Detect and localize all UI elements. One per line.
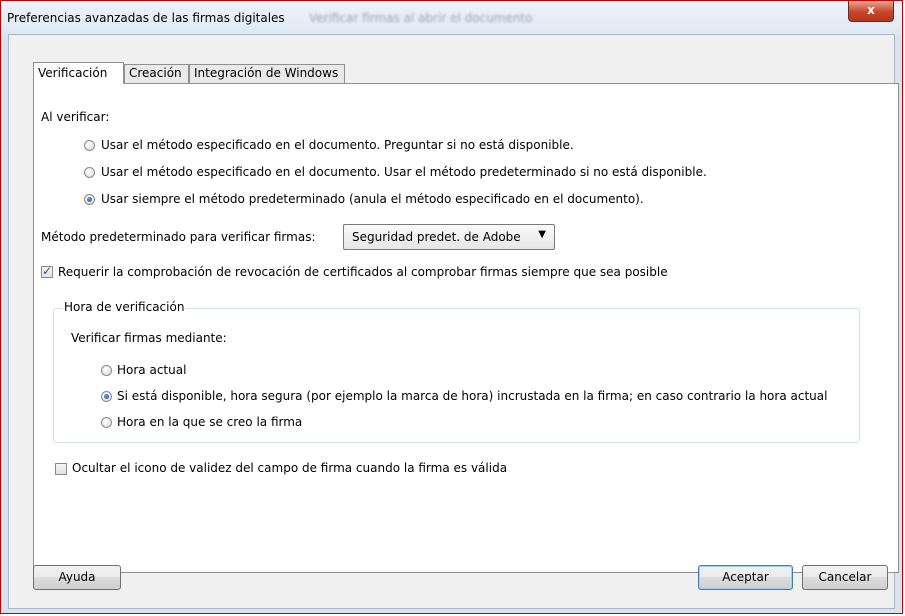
cancel-button[interactable]: Cancelar bbox=[802, 565, 888, 590]
radio-time-secure[interactable] bbox=[101, 391, 112, 402]
radio-verify-option-1[interactable] bbox=[84, 140, 95, 151]
verify-option-1-label: Usar el método especificado en el docume… bbox=[101, 138, 574, 152]
tab-label: Integración de Windows bbox=[194, 66, 339, 80]
window-title: Preferencias avanzadas de las firmas dig… bbox=[7, 11, 285, 25]
help-button-label: Ayuda bbox=[58, 570, 96, 584]
tab-creacion[interactable]: Creación bbox=[124, 64, 189, 83]
hide-icon-label: Ocultar el icono de validez del campo de… bbox=[72, 461, 508, 475]
revocation-label: Requerir la comprobación de revocación d… bbox=[58, 265, 668, 279]
tab-label: Creación bbox=[129, 66, 182, 80]
hide-icon-checkbox[interactable] bbox=[55, 463, 67, 475]
dialog-window: Preferencias avanzadas de las firmas dig… bbox=[0, 0, 903, 614]
radio-time-current[interactable] bbox=[101, 365, 112, 376]
title-bar[interactable]: Preferencias avanzadas de las firmas dig… bbox=[1, 1, 902, 35]
tab-verificacion[interactable]: Verificación bbox=[33, 62, 124, 84]
radio-verify-option-2[interactable] bbox=[84, 167, 95, 178]
revocation-checkbox[interactable] bbox=[41, 264, 53, 278]
verify-time-prompt: Verificar firmas mediante: bbox=[71, 331, 227, 345]
close-icon: x bbox=[867, 3, 875, 17]
default-method-label: Método predeterminado para verificar fir… bbox=[41, 230, 316, 244]
verify-heading: Al verificar: bbox=[41, 110, 110, 124]
tab-integracion-windows[interactable]: Integración de Windows bbox=[189, 64, 345, 83]
ok-button-label: Aceptar bbox=[722, 570, 769, 584]
radio-time-signed[interactable] bbox=[101, 417, 112, 428]
default-method-value: Seguridad predet. de Adobe bbox=[352, 230, 521, 244]
default-method-select[interactable]: Seguridad predet. de Adobe ▼ bbox=[343, 224, 555, 250]
verification-time-title: Hora de verificación bbox=[62, 300, 187, 314]
close-button[interactable]: x bbox=[848, 1, 894, 22]
time-option-3-label: Hora en la que se creo la firma bbox=[117, 415, 303, 429]
tab-label: Verificación bbox=[38, 66, 108, 80]
help-button[interactable]: Ayuda bbox=[33, 565, 121, 590]
time-option-1-label: Hora actual bbox=[117, 363, 187, 377]
cancel-button-label: Cancelar bbox=[818, 570, 872, 584]
time-option-2-label: Si está disponible, hora segura (por eje… bbox=[117, 389, 828, 403]
verify-option-3-label: Usar siempre el método predeterminado (a… bbox=[101, 192, 644, 206]
ok-button[interactable]: Aceptar bbox=[698, 565, 793, 590]
radio-verify-option-3[interactable] bbox=[84, 194, 95, 205]
background-window-title: Verificar firmas al abrir el documento bbox=[309, 11, 533, 25]
chevron-down-icon: ▼ bbox=[538, 229, 546, 240]
verify-option-2-label: Usar el método especificado en el docume… bbox=[101, 165, 707, 179]
